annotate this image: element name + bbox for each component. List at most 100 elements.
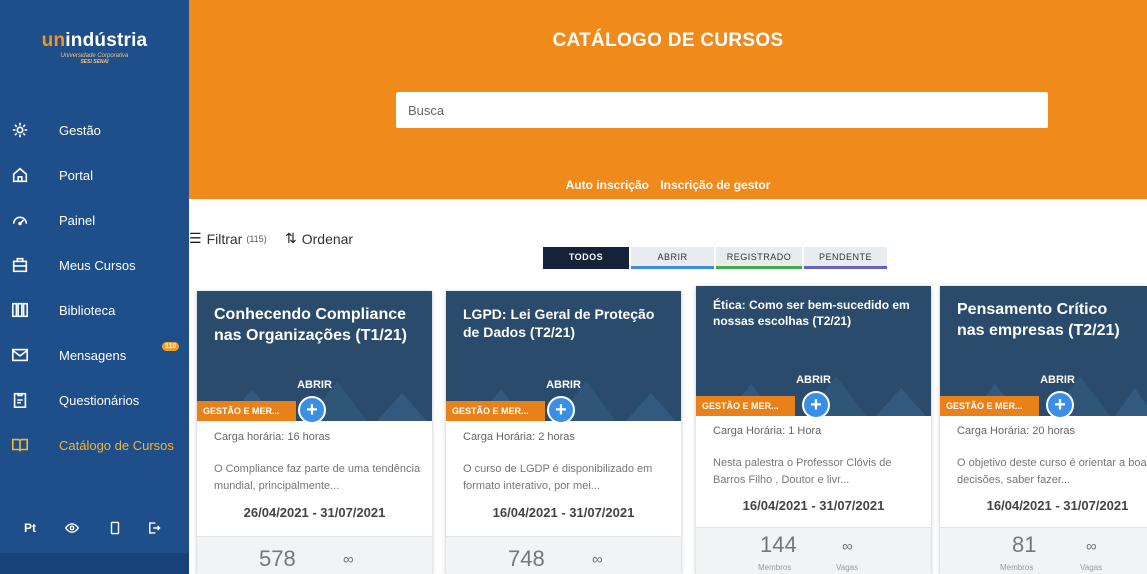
status-tabs: TODOS ABRIR REGISTRADO PENDENTE [543, 247, 887, 269]
dashboard-gauge-icon [10, 210, 30, 230]
page-title: CATÁLOGO DE CURSOS [552, 30, 784, 51]
logo-brand-rest: indústria [65, 30, 148, 51]
course-title: Conhecendo Compliance nas Organizações (… [214, 306, 407, 344]
enroll-plus-button[interactable]: + [547, 396, 575, 424]
members-count: 144 [760, 532, 797, 557]
sort-icon: ⇅ [285, 230, 297, 246]
logo-subtitle-2: SESI SENAI [80, 59, 109, 65]
tab-abrir[interactable]: ABRIR [631, 247, 714, 269]
sidebar-item-questionarios[interactable]: Questionários [0, 380, 189, 420]
sidebar-item-gestao[interactable]: Gestão [0, 110, 189, 150]
course-status: ABRIR [796, 374, 831, 386]
enroll-plus-button[interactable]: + [298, 396, 326, 424]
sidebar-item-portal[interactable]: Portal [0, 155, 189, 195]
sidebar-item-catalogo[interactable]: Catálogo de Cursos [0, 425, 189, 465]
category-tag: GESTÃO E MER... [446, 401, 545, 421]
course-hours: Carga horária: 16 horas [214, 431, 331, 443]
course-card[interactable]: Ética: Como ser bem-sucedido em nossas e… [696, 286, 931, 574]
course-description: O curso de LGDP é disponibilizado em for… [463, 463, 653, 492]
sidebar-item-label: Catálogo de Cursos [59, 437, 174, 453]
sidebar-item-label: Questionários [59, 392, 140, 408]
vacancies-infinity: ∞ [1086, 538, 1097, 555]
enroll-plus-button[interactable]: + [802, 391, 830, 419]
course-description: O objetivo deste curso é orientar a boas… [957, 457, 1147, 486]
course-card[interactable]: Pensamento Crítico nas empresas (T2/21) … [940, 286, 1147, 574]
course-card[interactable]: Conhecendo Compliance nas Organizações (… [197, 291, 432, 574]
sort-button[interactable]: ⇅ Ordenar [285, 230, 353, 247]
gestao-gear-icon [10, 120, 30, 140]
course-hours: Carga Horária: 1 Hora [713, 425, 822, 437]
tab-todos[interactable]: TODOS [543, 247, 629, 269]
course-title: LGPD: Lei Geral de Proteção de Dados (T2… [463, 306, 655, 341]
sidebar-item-label: Mensagens [59, 347, 127, 363]
clipboard-icon [10, 390, 30, 410]
tab-pendente[interactable]: PENDENTE [804, 247, 887, 269]
sidebar-item-label: Portal [59, 167, 93, 183]
course-status: ABRIR [1040, 374, 1075, 386]
vacancies-label: Vagas [1080, 563, 1103, 572]
filter-label: Filtrar [206, 230, 243, 247]
sidebar-footer: Pt [0, 503, 189, 553]
open-book-icon [10, 435, 30, 455]
home-icon [10, 165, 30, 185]
search-input[interactable] [396, 92, 1048, 128]
sidebar-item-meus-cursos[interactable]: Meus Cursos [0, 245, 189, 285]
enrollment-links: Auto inscrição Inscrição de gestor [189, 178, 1147, 192]
filter-icon: ☰ [189, 230, 202, 246]
course-hours: Carga Horária: 2 horas [463, 431, 575, 443]
enroll-plus-button[interactable]: + [1046, 391, 1074, 419]
sidebar-item-label: Biblioteca [59, 302, 116, 318]
envelope-icon [10, 345, 30, 365]
eye-icon[interactable] [64, 520, 80, 536]
message-count-badge: 110 [162, 342, 180, 351]
logout-icon[interactable] [146, 520, 162, 536]
course-title: Pensamento Crítico nas empresas (T2/21) [957, 301, 1120, 339]
sort-label: Ordenar [301, 230, 354, 247]
filter-button[interactable]: ☰ Filtrar (115) [189, 230, 267, 247]
tab-registrado[interactable]: REGISTRADO [716, 247, 802, 269]
vacancies-infinity: ∞ [842, 538, 853, 555]
vacancies-infinity: ∞ [592, 551, 603, 568]
members-count: 578 [259, 546, 296, 571]
briefcase-icon [10, 255, 30, 275]
course-dates: 16/04/2021 - 31/07/2021 [986, 498, 1129, 513]
members-count: 748 [508, 546, 545, 571]
sidebar-item-painel[interactable]: Painel [0, 200, 189, 240]
sidebar-item-label: Gestão [59, 122, 101, 138]
sidebar: unindústria Universidade Corporativa SES… [0, 0, 189, 574]
logo-brand-u: un [41, 30, 66, 51]
category-tag: GESTÃO E MER... [940, 396, 1039, 416]
course-title: Ética: Como ser bem-sucedido em nossas e… [713, 298, 910, 328]
course-dates: 26/04/2021 - 31/07/2021 [243, 505, 386, 520]
mobile-icon[interactable] [107, 520, 123, 536]
language-selector[interactable]: Pt [24, 521, 36, 535]
category-tag: GESTÃO E MER... [696, 396, 795, 416]
catalog-header: CATÁLOGO DE CURSOS Auto inscrição Inscri… [189, 0, 1147, 199]
members-label: Membros [758, 563, 792, 572]
vacancies-infinity: ∞ [343, 551, 354, 568]
sidebar-item-biblioteca[interactable]: Biblioteca [0, 290, 189, 330]
course-card[interactable]: LGPD: Lei Geral de Proteção de Dados (T2… [446, 291, 681, 574]
sidebar-item-label: Painel [59, 212, 96, 228]
logo[interactable]: unindústria Universidade Corporativa SES… [0, 30, 189, 65]
books-icon [10, 300, 30, 320]
course-dates: 16/04/2021 - 31/07/2021 [742, 498, 885, 513]
filter-count: (115) [246, 233, 267, 244]
members-label: Membros [1000, 563, 1034, 572]
card-footer: 144 ∞ Membros Vagas [696, 527, 931, 574]
sidebar-item-label: Meus Cursos [59, 257, 136, 273]
course-hours: Carga Horária: 20 horas [957, 425, 1076, 437]
auto-enrollment-link[interactable]: Auto inscrição [566, 178, 649, 192]
sidebar-item-mensagens[interactable]: Mensagens 110 [0, 335, 189, 375]
manager-enrollment-link[interactable]: Inscrição de gestor [660, 178, 770, 192]
course-dates: 16/04/2021 - 31/07/2021 [492, 505, 635, 520]
course-description: O Compliance faz parte de uma tendência … [214, 463, 421, 492]
card-footer: 81 ∞ Membros Vagas [940, 527, 1147, 574]
members-count: 81 [1012, 532, 1037, 557]
vacancies-label: Vagas [836, 563, 859, 572]
course-status: ABRIR [546, 379, 581, 391]
course-description: Nesta palestra o Professor Clóvis de Bar… [713, 457, 892, 486]
sidebar-bottom-bar [0, 553, 189, 574]
course-status: ABRIR [297, 379, 332, 391]
category-tag: GESTÃO E MER... [197, 401, 296, 421]
